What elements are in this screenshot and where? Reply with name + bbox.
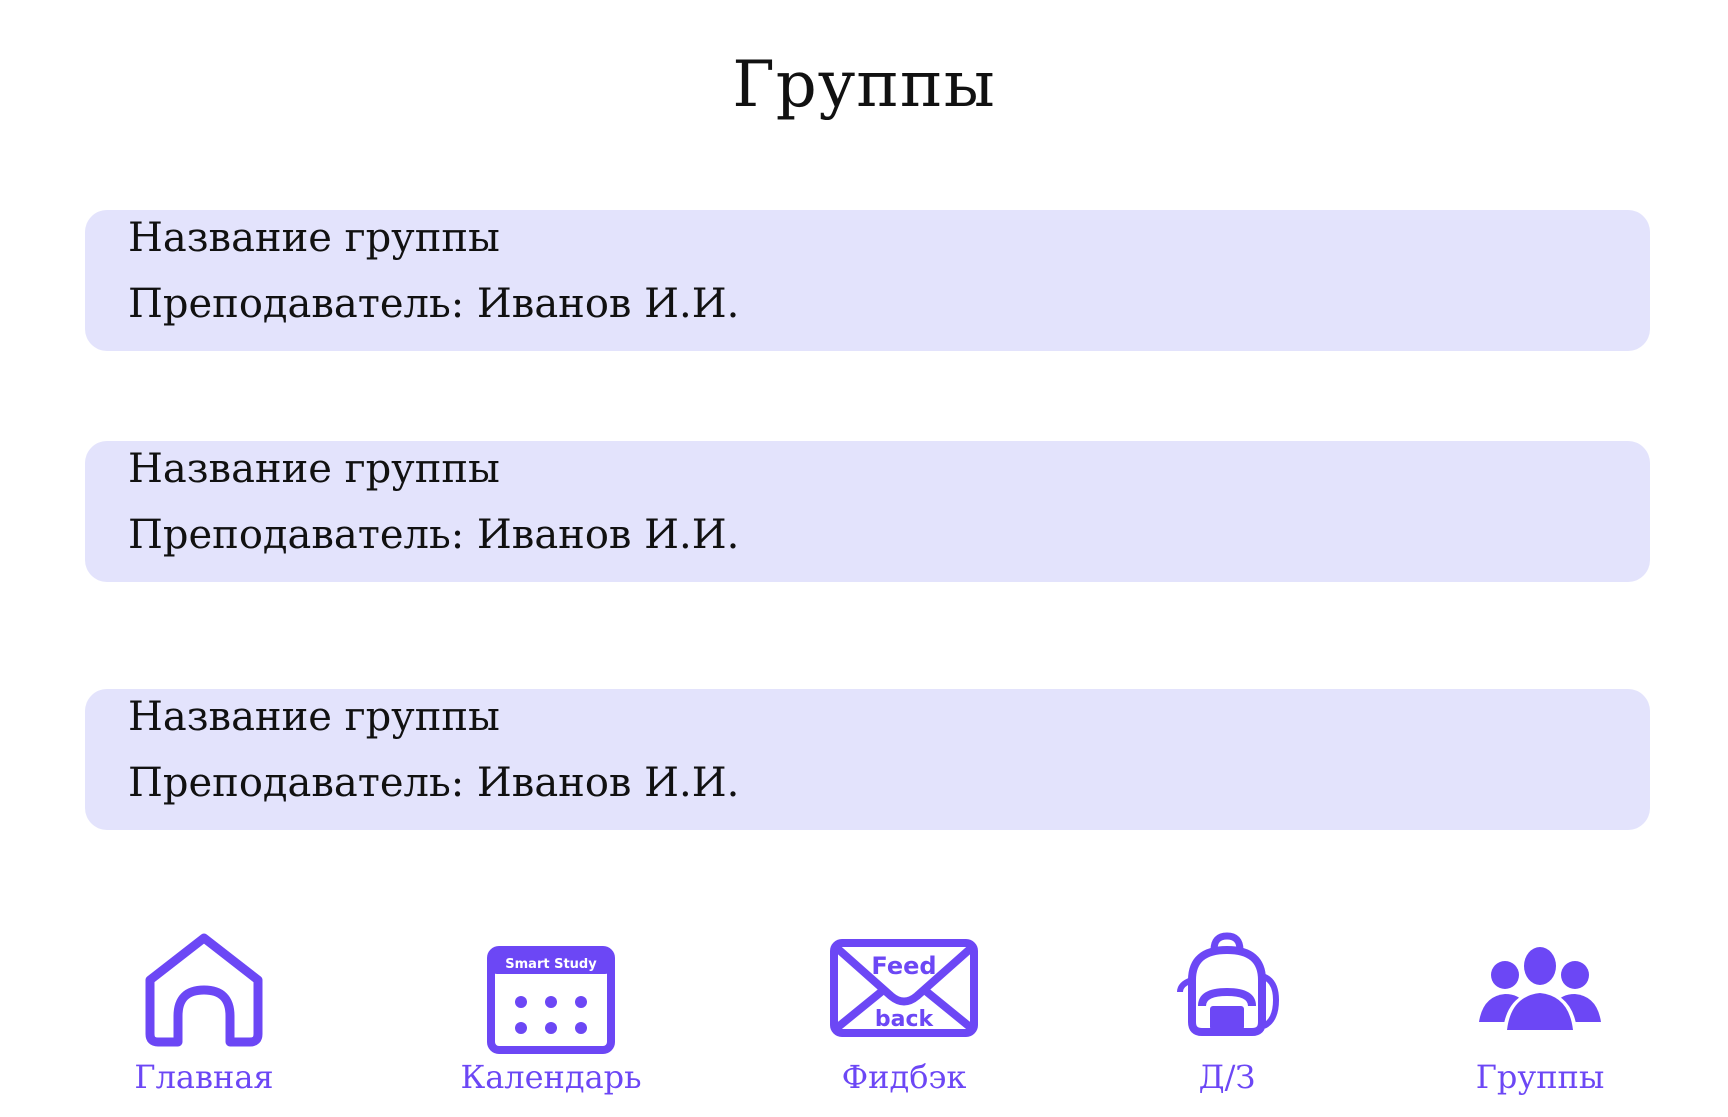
nav-label-groups: Группы (1475, 1058, 1605, 1096)
group-name: Название группы (128, 694, 500, 740)
backpack-icon (1177, 932, 1280, 1036)
bottom-navigation: Главная Smart Study Календарь Feed back … (0, 930, 1728, 1117)
group-teacher: Преподаватель: Иванов И.И. (128, 760, 740, 806)
group-name: Название группы (128, 215, 500, 261)
nav-label-homework: Д/З (1198, 1058, 1256, 1096)
users-icon (1479, 944, 1601, 1030)
group-teacher: Преподаватель: Иванов И.И. (128, 281, 740, 327)
nav-item-feedback[interactable]: Feed back Фидбэк (784, 930, 1024, 1100)
feedback-icon-text-bottom: back (875, 1007, 935, 1032)
group-name: Название группы (128, 446, 500, 492)
nav-label-calendar: Календарь (460, 1058, 642, 1096)
calendar-icon-text: Smart Study (505, 957, 597, 972)
page-title: Группы (732, 48, 996, 122)
feedback-icon-text-top: Feed (871, 952, 936, 980)
calendar-icon: Smart Study (487, 946, 615, 1054)
nav-item-homework[interactable]: Д/З (1107, 930, 1347, 1100)
nav-label-feedback: Фидбэк (841, 1058, 967, 1096)
groups-page: Группы Название группы Преподаватель: Ив… (0, 0, 1728, 1117)
nav-label-home: Главная (134, 1058, 274, 1096)
group-card[interactable]: Название группы Преподаватель: Иванов И.… (85, 689, 1650, 830)
feedback-envelope-icon: Feed back (830, 939, 978, 1037)
nav-item-groups[interactable]: Группы (1420, 930, 1660, 1100)
group-teacher: Преподаватель: Иванов И.И. (128, 512, 740, 558)
nav-item-calendar[interactable]: Smart Study Календарь (431, 930, 671, 1100)
group-card[interactable]: Название группы Преподаватель: Иванов И.… (85, 441, 1650, 582)
group-card[interactable]: Название группы Преподаватель: Иванов И.… (85, 210, 1650, 351)
home-icon (145, 933, 263, 1047)
nav-item-home[interactable]: Главная (84, 930, 324, 1100)
